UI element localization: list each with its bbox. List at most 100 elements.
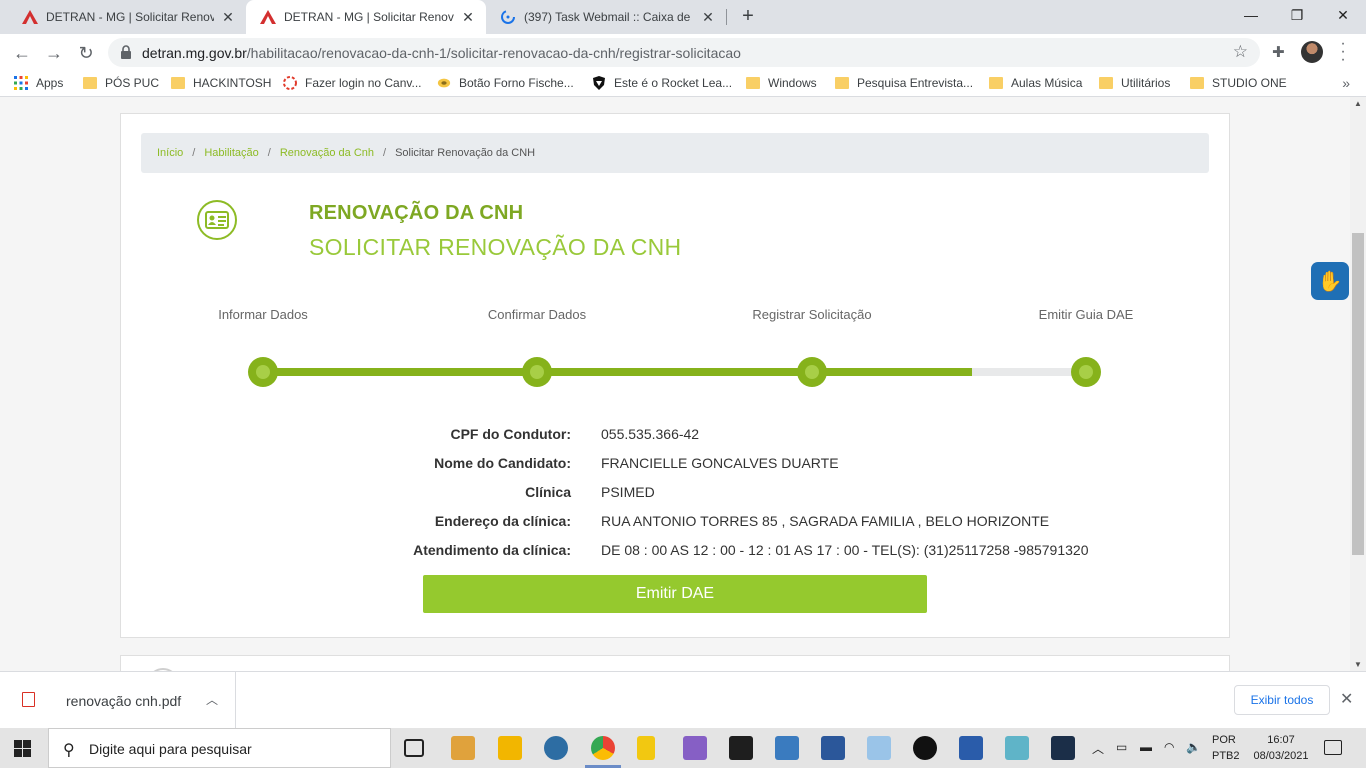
tab-title: (397) Task Webmail :: Caixa de entrada (524, 10, 694, 24)
folder-icon (83, 77, 97, 89)
scroll-up-icon[interactable]: ▲ (1354, 99, 1362, 108)
download-bar: renovação cnh.pdf ︿ Exibir todos ✕ (0, 671, 1366, 728)
show-all-downloads-button[interactable]: Exibir todos (1234, 685, 1330, 715)
address-bar[interactable]: detran.mg.gov.br/habilitacao/renovacao-d… (108, 38, 1260, 67)
chevron-up-icon[interactable]: ︿ (206, 691, 218, 708)
visual-studio-icon[interactable] (683, 736, 707, 760)
bookmark-aulas-musica[interactable]: Aulas Música (989, 76, 1082, 90)
media-player-icon[interactable] (451, 736, 475, 760)
tab-close-icon[interactable]: ✕ (700, 9, 716, 26)
license-card-icon (197, 200, 237, 240)
bookmark-label: Apps (36, 76, 64, 90)
clock[interactable]: 16:07 08/03/2021 (1248, 732, 1314, 764)
bookmark-botao-forno[interactable]: Botão Forno Fische... (437, 76, 574, 90)
bookmark-canvas[interactable]: Fazer login no Canv... (283, 76, 422, 90)
extensions-puzzle-icon[interactable]: ✚ (1272, 43, 1285, 61)
file-explorer-icon[interactable] (498, 736, 522, 760)
bookmark-label: PÓS PUC (105, 76, 160, 90)
power-bi-icon[interactable] (637, 736, 655, 760)
tray-device-icon[interactable]: ▭ (1116, 740, 1127, 754)
step-label-informar: Informar Dados (218, 307, 308, 322)
bookmark-pesquisa[interactable]: Pesquisa Entrevista... (835, 76, 973, 90)
bookmark-hackintosh[interactable]: HACKINTOSH (171, 76, 271, 90)
canvas-icon (283, 76, 297, 90)
bookmark-rocket-league[interactable]: Este é o Rocket Lea... (592, 76, 732, 90)
breadcrumb-renovacao[interactable]: Renovação da Cnh (280, 147, 374, 159)
clinica-label: Clínica (525, 484, 571, 500)
vlibras-hands-icon[interactable]: ✋ (1311, 262, 1349, 300)
bookmarks-overflow-icon[interactable]: » (1342, 75, 1350, 91)
keyboard-layout: PTB2 (1212, 750, 1240, 762)
notifications-icon[interactable] (1324, 740, 1342, 755)
bookmark-star-icon[interactable]: ☆ (1233, 42, 1248, 62)
close-download-bar-icon[interactable]: ✕ (1340, 689, 1353, 709)
tab-webmail[interactable]: (397) Task Webmail :: Caixa de entrada ✕ (486, 0, 726, 34)
minimize-button[interactable]: — (1228, 0, 1274, 30)
clinica-value: PSIMED (601, 484, 655, 500)
scroll-thumb[interactable] (1352, 233, 1364, 555)
app-icon[interactable] (959, 736, 983, 760)
back-arrow-icon[interactable]: ← (8, 39, 36, 67)
renewal-card: Início / Habilitação / Renovação da Cnh / Soli… (120, 113, 1230, 638)
tab-separator (726, 9, 727, 25)
sql-server-icon[interactable] (775, 736, 799, 760)
app-icon-2[interactable] (1005, 736, 1029, 760)
clock-date: 08/03/2021 (1253, 750, 1309, 762)
tab-close-icon[interactable]: ✕ (460, 9, 476, 26)
breadcrumb-inicio[interactable]: Início (157, 147, 183, 159)
bookmark-apps[interactable]: Apps (14, 76, 63, 90)
emitir-dae-button[interactable]: Emitir DAE (423, 575, 927, 613)
language-indicator[interactable]: POR PTB2 (1212, 732, 1240, 764)
bookmark-label: Fazer login no Canv... (305, 76, 422, 90)
wifi-icon[interactable]: ◠ (1164, 740, 1174, 754)
bookmark-utilitarios[interactable]: Utilitários (1099, 76, 1170, 90)
page-viewport: Início / Habilitação / Renovação da Cnh / Soli… (0, 97, 1350, 671)
bookmarks-bar: Apps PÓS PUC HACKINTOSH Fazer login no C… (0, 71, 1366, 97)
reload-icon[interactable]: ↻ (72, 39, 100, 67)
task-view-icon[interactable] (404, 739, 424, 757)
windows-start-icon[interactable] (14, 740, 31, 757)
breadcrumb-habilitacao[interactable]: Habilitação (204, 147, 258, 159)
page-scrollbar[interactable]: ▲ ▼ (1350, 97, 1366, 671)
mu-app-icon[interactable] (544, 736, 568, 760)
bookmark-label: HACKINTOSH (193, 76, 272, 90)
new-tab-button[interactable]: + (736, 5, 760, 29)
volume-icon[interactable]: 🔈 (1186, 740, 1201, 754)
page-subtitle: SOLICITAR RENOVAÇÃO DA CNH (309, 234, 682, 260)
breadcrumb-current: Solicitar Renovação da CNH (395, 147, 536, 159)
bookmark-label: Windows (768, 76, 817, 90)
tab-close-icon[interactable]: ✕ (220, 9, 236, 26)
search-placeholder: Digite aqui para pesquisar (89, 741, 252, 757)
close-window-button[interactable]: ✕ (1320, 0, 1366, 30)
clock-time: 16:07 (1267, 734, 1295, 746)
battery-icon[interactable]: ▬ (1140, 740, 1152, 754)
url-text[interactable]: detran.mg.gov.br/habilitacao/renovacao-d… (142, 45, 741, 61)
taskbar-search-box[interactable]: ⚲ Digite aqui para pesquisar (48, 728, 391, 768)
tab-detran-1[interactable]: DETRAN - MG | Solicitar Renovação ✕ (8, 0, 246, 34)
folder-icon (746, 77, 760, 89)
download-item[interactable]: renovação cnh.pdf ︿ (0, 672, 236, 728)
bookmark-label: Botão Forno Fische... (459, 76, 574, 90)
bookmark-pos-puc[interactable]: PÓS PUC (83, 76, 159, 90)
forward-arrow-icon[interactable]: → (40, 39, 68, 67)
chrome-icon[interactable] (591, 736, 615, 760)
bookmark-label: Este é o Rocket Lea... (614, 76, 733, 90)
browser-menu-icon[interactable]: · · · (1336, 36, 1350, 68)
pdf-file-icon (22, 692, 35, 707)
next-card (120, 655, 1230, 671)
maximize-button[interactable]: ❐ (1274, 0, 1320, 30)
paint-icon[interactable] (867, 736, 891, 760)
webmail-spinner-icon (500, 9, 516, 25)
tray-chevron-icon[interactable]: ︿ (1092, 740, 1104, 757)
word-icon[interactable] (821, 736, 845, 760)
tab-detran-2-active[interactable]: DETRAN - MG | Solicitar Renovação ✕ (246, 0, 486, 34)
bookmark-studio-one[interactable]: STUDIO ONE (1190, 76, 1287, 90)
breadcrumb-separator: / (192, 147, 196, 159)
bookmark-windows[interactable]: Windows (746, 76, 817, 90)
xbox-icon[interactable] (913, 736, 937, 760)
terminal-icon[interactable] (729, 736, 753, 760)
profile-avatar[interactable] (1301, 41, 1323, 63)
app-icon-3[interactable] (1051, 736, 1075, 760)
scroll-down-icon[interactable]: ▼ (1354, 660, 1362, 669)
bookmark-label: STUDIO ONE (1212, 76, 1287, 90)
